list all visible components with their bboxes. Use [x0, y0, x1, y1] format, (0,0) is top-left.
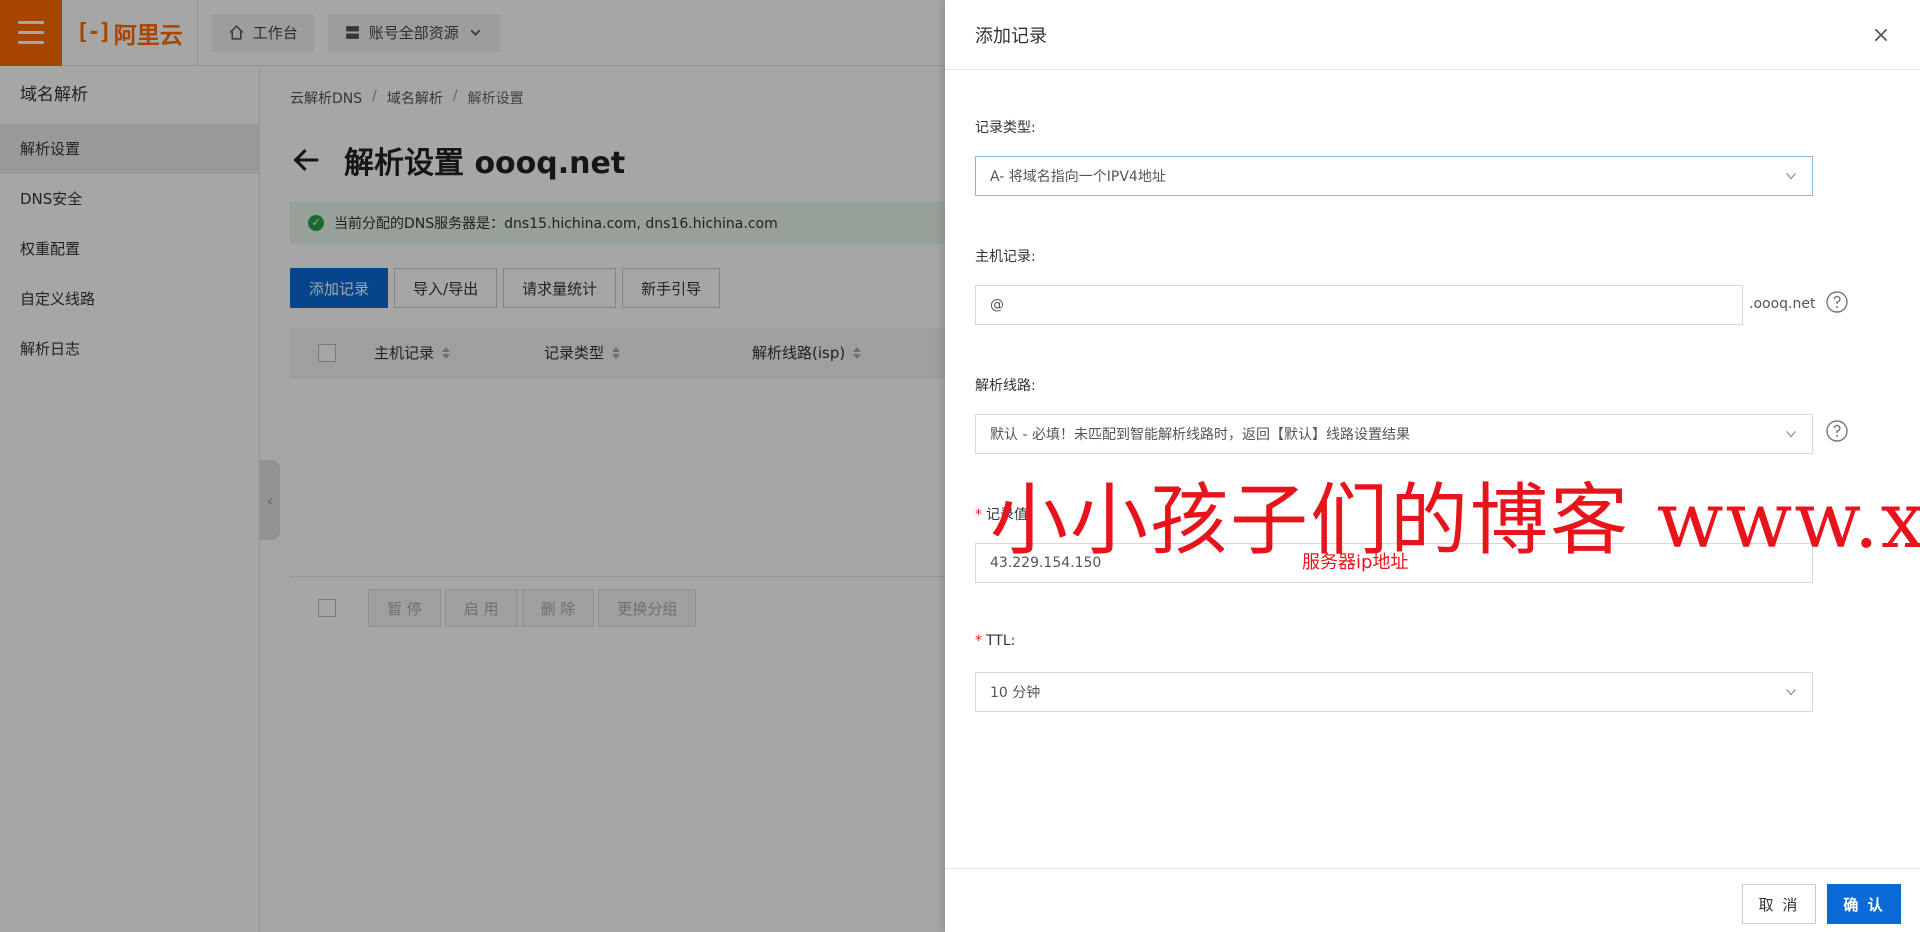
help-icon[interactable] [1825, 290, 1849, 314]
required-mark: * [975, 507, 982, 523]
host-record-value: @ [990, 297, 1004, 313]
drawer-header: 添加记录 [945, 0, 1920, 70]
watermark-text: 小小孩子们的博客 www.xx [990, 476, 1920, 566]
ttl-label: * TTL: [975, 633, 1015, 649]
drawer-footer: 取 消 确 认 [945, 868, 1920, 932]
line-label: 解析线路: [975, 378, 1036, 394]
host-record-label: 主机记录: [975, 249, 1036, 265]
drawer-title: 添加记录 [975, 25, 1047, 47]
cancel-button[interactable]: 取 消 [1742, 884, 1816, 924]
host-record-input[interactable]: @ [975, 285, 1743, 325]
line-value: 默认 - 必填！未匹配到智能解析线路时，返回【默认】线路设置结果 [990, 427, 1410, 443]
chevron-down-icon [1786, 173, 1796, 180]
required-mark: * [975, 633, 982, 649]
ttl-label-text: TTL: [986, 633, 1016, 649]
line-select[interactable]: 默认 - 必填！未匹配到智能解析线路时，返回【默认】线路设置结果 [975, 414, 1813, 454]
record-type-label: 记录类型: [975, 120, 1036, 136]
record-type-select[interactable]: A- 将域名指向一个IPV4地址 [975, 156, 1813, 196]
modal-mask[interactable] [0, 0, 945, 932]
chevron-down-icon [1786, 431, 1796, 438]
chevron-down-icon [1786, 689, 1796, 696]
ttl-select[interactable]: 10 分钟 [975, 672, 1813, 712]
record-type-value: A- 将域名指向一个IPV4地址 [990, 169, 1166, 185]
close-icon[interactable] [1872, 26, 1890, 44]
ip-annotation: 服务器ip地址 [1302, 552, 1409, 573]
help-icon[interactable] [1825, 419, 1849, 443]
ttl-value: 10 分钟 [990, 685, 1041, 701]
domain-suffix: .oooq.net [1749, 296, 1816, 312]
confirm-button[interactable]: 确 认 [1827, 884, 1901, 924]
